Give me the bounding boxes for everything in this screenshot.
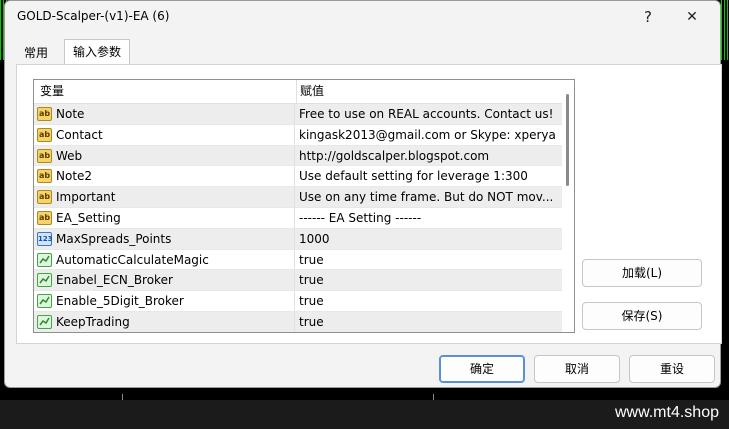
variable-cell: KeepTrading	[34, 311, 295, 332]
table-row[interactable]: ab EA_Setting ------ EA Setting ------	[34, 207, 565, 229]
table-row[interactable]: KeepTrading true	[34, 311, 565, 332]
integer-type-icon: 123	[37, 231, 53, 246]
value-cell[interactable]: Free to use on REAL accounts. Contact us…	[296, 104, 565, 124]
string-type-icon: ab	[37, 148, 52, 163]
load-button[interactable]: 加载(L)	[582, 259, 702, 287]
table-row[interactable]: Enabel_ECN_Broker true	[34, 270, 565, 292]
watermark: www.mt4.shop	[614, 404, 719, 421]
help-icon[interactable]: ?	[628, 3, 668, 31]
value-cell[interactable]: http://goldscalper.blogspot.com	[296, 146, 565, 166]
column-header-value[interactable]: 赋值	[294, 80, 568, 103]
scrollbar-thumb[interactable]	[566, 94, 569, 186]
variable-cell: Enabel_ECN_Broker	[34, 270, 295, 291]
boolean-type-icon	[37, 314, 52, 329]
close-icon[interactable]: ✕	[672, 3, 712, 31]
variable-name: Web	[56, 148, 83, 163]
table-row[interactable]: ab Contact kingask2013@gmail.com or Skype:…	[34, 124, 565, 146]
parameters-table: 变量 赋值 ab Note Free to use on REAL accounts…	[33, 79, 575, 333]
variable-cell: ab Important	[34, 187, 295, 207]
table-row[interactable]: ab Note2 Use default setting for leverage …	[34, 166, 565, 188]
value-cell[interactable]: kingask2013@gmail.com or Skype: xperya	[296, 125, 565, 145]
string-type-icon: ab	[37, 169, 52, 184]
variable-name: Note	[56, 107, 85, 121]
table-row[interactable]: AutomaticCalculateMagic true	[34, 249, 565, 271]
string-type-icon: ab	[37, 210, 52, 225]
value-cell[interactable]: true	[296, 250, 565, 270]
variable-name: Enabel_ECN_Broker	[56, 273, 173, 288]
table-header: 变量 赋值	[34, 80, 564, 104]
string-type-icon: ab	[37, 190, 52, 205]
table-row[interactable]: 123 MaxSpreads_Points 1000	[34, 228, 565, 250]
variable-cell: ab EA_Setting	[34, 207, 295, 228]
vertical-scrollbar[interactable]	[562, 80, 574, 332]
variable-name: MaxSpreads_Points	[56, 231, 172, 246]
string-type-icon: ab	[37, 107, 52, 121]
variable-cell: Enable_5Digit_Broker	[34, 291, 295, 311]
ok-button[interactable]: 确定	[439, 355, 525, 383]
variable-cell: ab Contact	[34, 124, 295, 145]
boolean-type-icon	[37, 273, 52, 288]
string-type-icon: ab	[37, 127, 52, 142]
variable-cell: ab Note2	[34, 166, 295, 187]
value-cell[interactable]: true	[296, 291, 565, 311]
value-cell[interactable]: Use default setting for leverage 1:300	[296, 166, 565, 186]
table-row[interactable]: ab Web http://goldscalper.blogspot.com	[34, 145, 565, 167]
table-row[interactable]: ab Note Free to use on REAL accounts. Cont…	[34, 104, 564, 125]
title-bar[interactable]: GOLD-Scalper-(v1)-EA (6) ? ✕	[5, 1, 720, 33]
axis-tick	[433, 394, 434, 400]
ea-properties-dialog: GOLD-Scalper-(v1)-EA (6) ? ✕ 常用 输入参数 变量 …	[4, 0, 722, 388]
variable-name: Contact	[56, 127, 103, 142]
variable-cell: 123 MaxSpreads_Points	[34, 228, 295, 249]
column-header-variable[interactable]: 变量	[34, 80, 297, 103]
value-cell[interactable]: 1000	[296, 229, 565, 249]
variable-name: Important	[56, 190, 116, 205]
chart-candles-right	[721, 0, 729, 60]
table-body: ab Note Free to use on REAL accounts. Cont…	[34, 104, 565, 332]
variable-name: KeepTrading	[56, 314, 130, 329]
variable-cell: ab Web	[34, 145, 295, 166]
variable-name: Note2	[56, 169, 93, 184]
value-cell[interactable]: Use on any time frame. But do NOT mov...	[296, 187, 565, 207]
table-row[interactable]: Enable_5Digit_Broker true	[34, 291, 564, 312]
value-cell[interactable]: ------ EA Setting ------	[296, 208, 565, 228]
variable-cell: ab Note	[34, 104, 295, 124]
boolean-type-icon	[37, 252, 52, 267]
value-cell[interactable]: true	[296, 270, 565, 290]
boolean-type-icon	[37, 294, 52, 309]
reset-button[interactable]: 重设	[629, 355, 715, 383]
value-cell[interactable]: true	[296, 312, 565, 332]
table-row[interactable]: ab Important Use on any time frame. But do…	[34, 187, 564, 208]
window-title: GOLD-Scalper-(v1)-EA (6)	[17, 9, 170, 23]
axis-tick	[122, 394, 123, 400]
cancel-button[interactable]: 取消	[534, 355, 620, 383]
tab-input-parameters[interactable]: 输入参数	[64, 39, 130, 65]
variable-name: EA_Setting	[56, 210, 121, 225]
tab-common[interactable]: 常用	[16, 41, 60, 65]
variable-cell: AutomaticCalculateMagic	[34, 249, 295, 270]
variable-name: Enable_5Digit_Broker	[56, 294, 184, 309]
save-button[interactable]: 保存(S)	[582, 302, 702, 330]
inputs-panel: 变量 赋值 ab Note Free to use on REAL accounts…	[16, 64, 722, 344]
variable-name: AutomaticCalculateMagic	[56, 252, 209, 267]
